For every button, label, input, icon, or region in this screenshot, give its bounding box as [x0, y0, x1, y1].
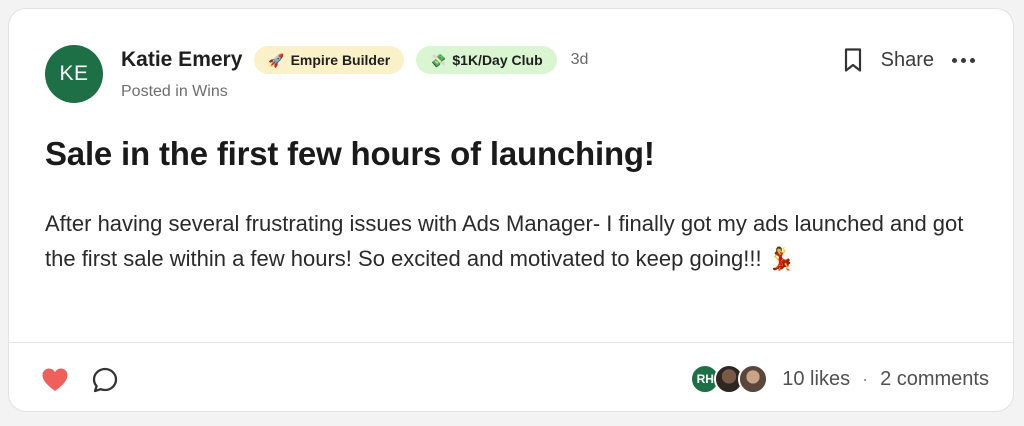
author-name[interactable]: Katie Emery	[121, 48, 242, 72]
author-line: Katie Emery 🚀 Empire Builder 💸 $1K/Day C…	[121, 45, 588, 75]
more-icon[interactable]	[952, 50, 975, 70]
reaction-bar	[41, 365, 119, 395]
badge-empire-builder[interactable]: 🚀 Empire Builder	[254, 46, 405, 74]
post-card: KE Katie Emery 🚀 Empire Builder 💸 $1K/Da…	[8, 8, 1014, 412]
avatar	[738, 364, 769, 394]
bookmark-icon[interactable]	[841, 46, 865, 74]
badge-label: $1K/Day Club	[452, 52, 543, 68]
separator: ·	[862, 368, 869, 389]
likes-count[interactable]: 10 likes	[782, 368, 850, 391]
author-avatar[interactable]: KE	[45, 45, 103, 103]
liker-avatars[interactable]: RH	[690, 364, 769, 394]
divider	[9, 342, 1013, 343]
liker-initials: RH	[696, 372, 714, 386]
money-icon: 💸	[430, 52, 447, 68]
post-body: After having several frustrating issues …	[45, 211, 964, 271]
share-button[interactable]: Share	[881, 49, 934, 72]
heart-icon[interactable]	[41, 366, 69, 394]
comment-icon[interactable]	[91, 366, 119, 394]
engagement-summary: RH 10 likes · 2 comments	[690, 363, 989, 395]
comments-count[interactable]: 2 comments	[880, 368, 989, 391]
badge-1k-day-club[interactable]: 💸 $1K/Day Club	[416, 46, 557, 74]
posted-in-category[interactable]: Posted in Wins	[121, 83, 228, 101]
author-initials: KE	[59, 62, 89, 85]
badge-label: Empire Builder	[290, 52, 391, 68]
rocket-icon: 🚀	[268, 52, 285, 68]
post-age[interactable]: 3d	[571, 51, 589, 69]
post-title[interactable]: Sale in the first few hours of launching…	[45, 135, 655, 173]
post-actions: Share	[841, 45, 975, 75]
